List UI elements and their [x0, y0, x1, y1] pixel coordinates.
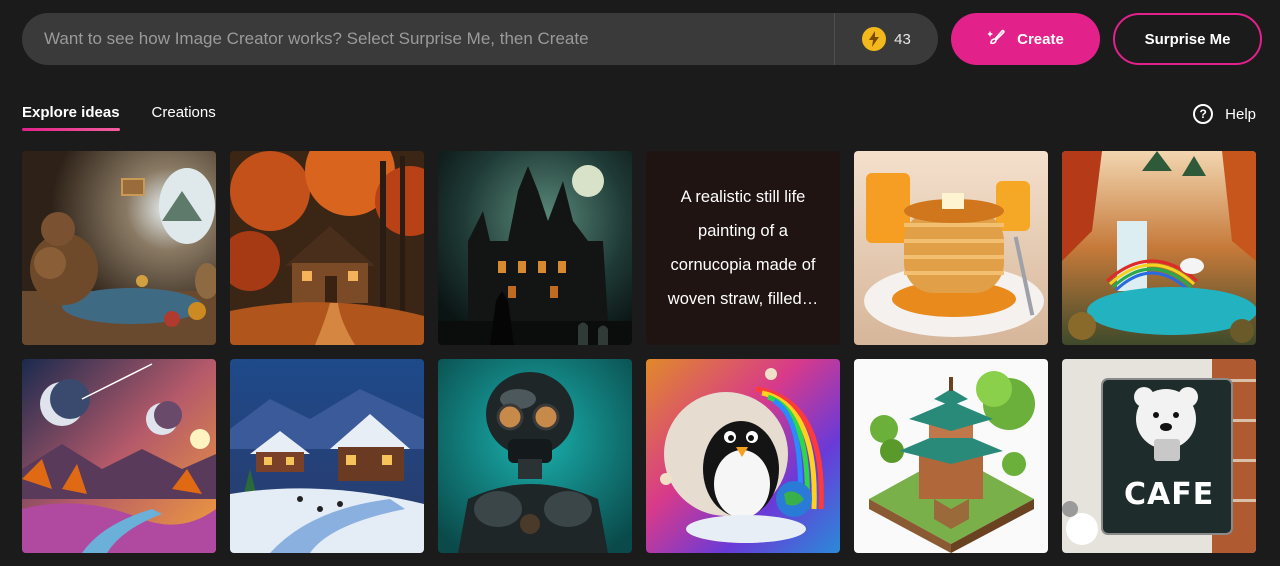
- surprise-me-label: Surprise Me: [1144, 30, 1231, 48]
- isometric-pagoda-image: [854, 359, 1048, 553]
- help-link[interactable]: ? Help: [1193, 104, 1256, 124]
- idea-card-bear-cafe-sign[interactable]: CAFE: [1062, 359, 1256, 553]
- prompt-box: 43: [22, 13, 938, 65]
- lightning-bolt-icon: [862, 27, 887, 51]
- moon-landscape-image: [22, 359, 216, 553]
- idea-card-pancakes[interactable]: [854, 151, 1048, 345]
- tab-creations[interactable]: Creations: [152, 104, 216, 131]
- tab-explore-ideas[interactable]: Explore ideas: [22, 104, 120, 131]
- question-mark-icon: ?: [1193, 104, 1214, 124]
- top-bar: 43 Create Surprise Me: [22, 13, 1262, 65]
- rainbow-waterfall-image: [1062, 151, 1256, 345]
- idea-card-space-penguin[interactable]: [646, 359, 840, 553]
- idea-card-bears-cave[interactable]: [22, 151, 216, 345]
- help-label: Help: [1225, 105, 1256, 123]
- idea-card-cornucopia[interactable]: A realistic still life painting of a cor…: [646, 151, 840, 345]
- idea-card-moon-landscape[interactable]: [22, 359, 216, 553]
- create-button-label: Create: [1017, 30, 1064, 48]
- bears-in-cave-image: [22, 151, 216, 345]
- idea-card-haunted-mansion[interactable]: [438, 151, 632, 345]
- idea-card-prompt-text: A realistic still life painting of a cor…: [667, 188, 819, 308]
- winter-village-image: [230, 359, 424, 553]
- tab-bar: Explore ideas Creations: [22, 104, 216, 131]
- haunted-mansion-image: [438, 151, 632, 345]
- boost-counter[interactable]: 43: [834, 13, 938, 65]
- idea-card-winter-village[interactable]: [230, 359, 424, 553]
- cafe-sign-text: CAFE: [1124, 477, 1215, 512]
- brush-icon: [987, 27, 1007, 51]
- idea-card-retro-robot[interactable]: [438, 359, 632, 553]
- idea-card-isometric-pagoda[interactable]: [854, 359, 1048, 553]
- prompt-input[interactable]: [22, 13, 834, 65]
- idea-card-rainbow-waterfall[interactable]: [1062, 151, 1256, 345]
- autumn-cabin-image: [230, 151, 424, 345]
- retro-robot-image: [438, 359, 632, 553]
- idea-card-autumn-cabin[interactable]: [230, 151, 424, 345]
- bear-cafe-sign-image: [1062, 359, 1256, 553]
- pancake-stack-image: [854, 151, 1048, 345]
- boost-count: 43: [894, 30, 911, 48]
- idea-gallery: A realistic still life painting of a cor…: [22, 151, 1256, 553]
- create-button[interactable]: Create: [951, 13, 1100, 65]
- space-penguin-image: [646, 359, 840, 553]
- surprise-me-button[interactable]: Surprise Me: [1113, 13, 1262, 65]
